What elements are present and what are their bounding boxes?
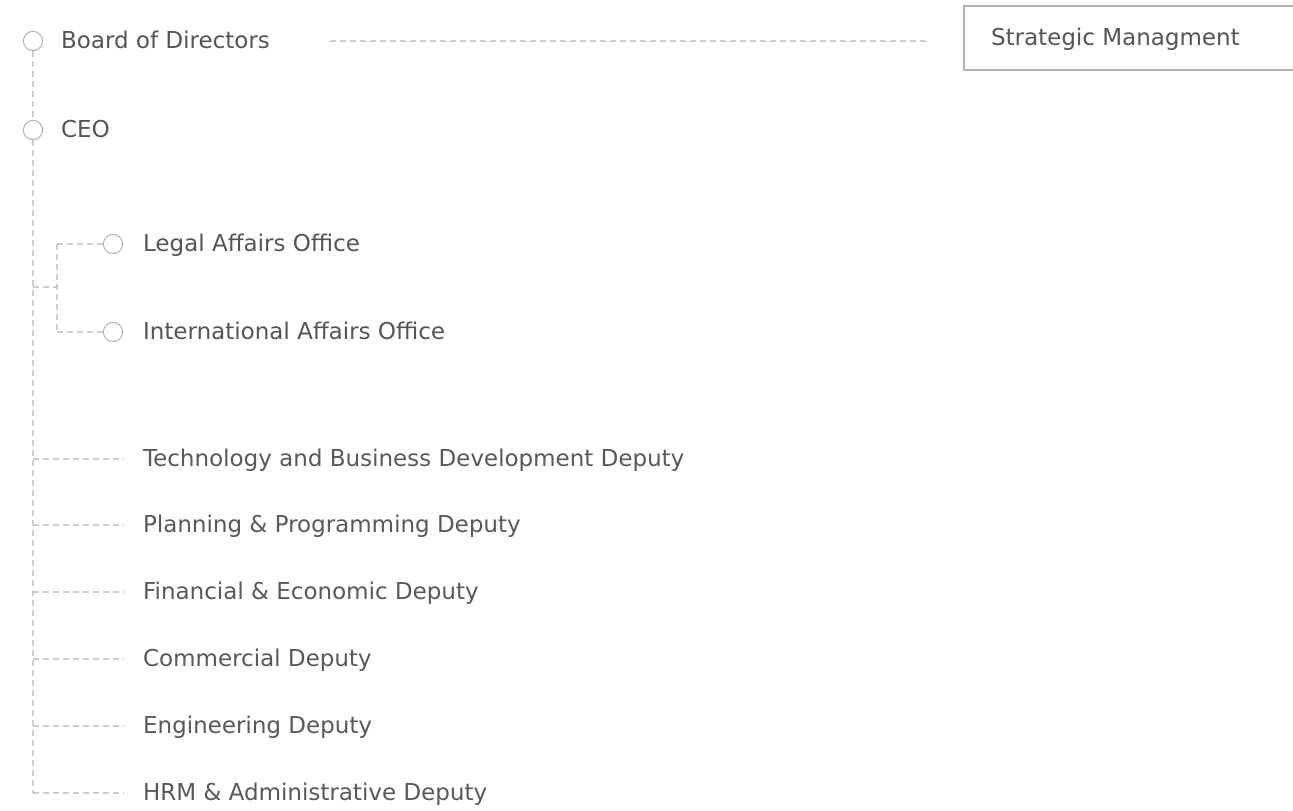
deputy-hrm-label[interactable]: HRM & Administrative Deputy (143, 779, 487, 807)
deputy-financial-label[interactable]: Financial & Economic Deputy (143, 578, 479, 606)
legal-office-node-circle (103, 234, 123, 254)
ceo-node-circle (23, 120, 43, 140)
board-node-circle (23, 31, 43, 51)
deputy-planning-label[interactable]: Planning & Programming Deputy (143, 511, 521, 539)
board-of-directors-label[interactable]: Board of Directors (61, 27, 270, 55)
strategic-management-label: Strategic Managment (991, 25, 1240, 51)
international-affairs-office-label[interactable]: International Affairs Office (143, 318, 445, 346)
legal-affairs-office-label[interactable]: Legal Affairs Office (143, 230, 360, 258)
deputy-engineering-label[interactable]: Engineering Deputy (143, 712, 372, 740)
deputy-commercial-label[interactable]: Commercial Deputy (143, 645, 372, 673)
org-chart-connectors (32, 40, 927, 794)
international-office-node-circle (103, 322, 123, 342)
strategic-management-box[interactable]: Strategic Managment (963, 5, 1293, 71)
deputy-technology-label[interactable]: Technology and Business Development Depu… (143, 445, 684, 473)
ceo-label[interactable]: CEO (61, 116, 110, 144)
